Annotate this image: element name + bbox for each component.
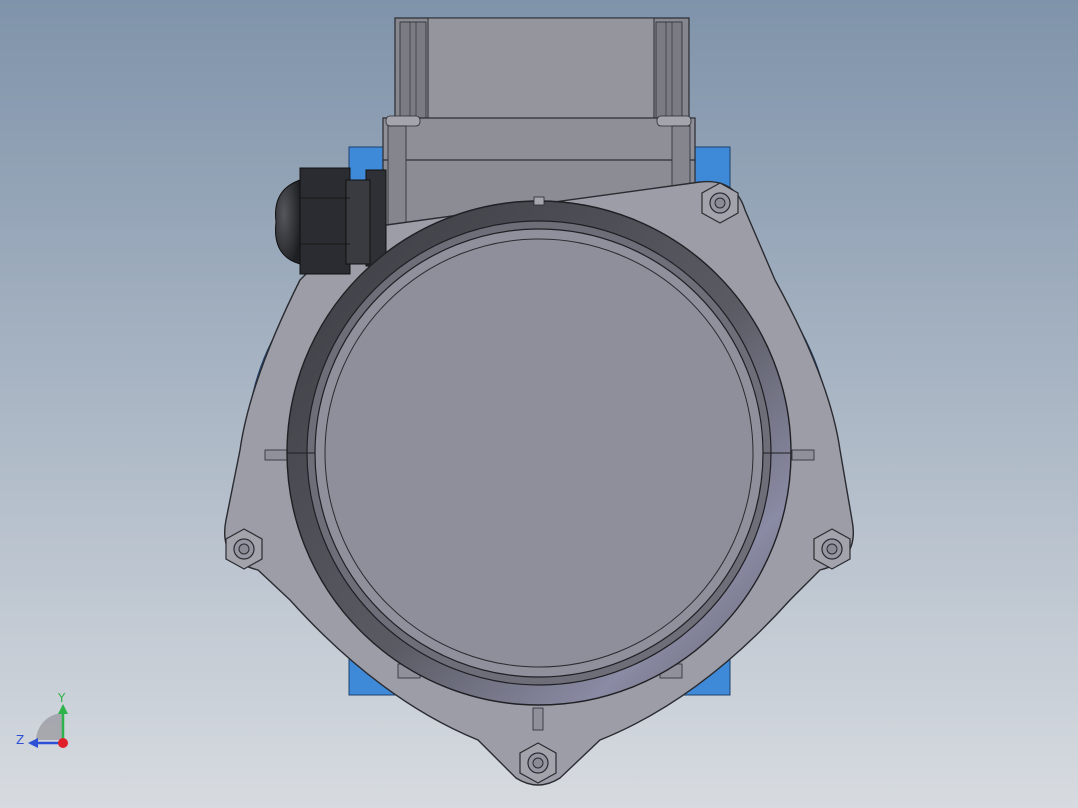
y-arrow — [58, 704, 68, 714]
x-axis-point — [58, 738, 68, 748]
axis-triad[interactable]: Y Z — [16, 691, 68, 748]
front-ring — [286, 196, 792, 706]
z-arrow — [28, 738, 38, 748]
y-label: Y — [57, 691, 66, 705]
cable-gland — [275, 167, 387, 275]
z-label: Z — [16, 733, 24, 747]
triad-quadrant — [36, 713, 63, 740]
cad-viewport[interactable]: Y Z — [0, 0, 1078, 808]
